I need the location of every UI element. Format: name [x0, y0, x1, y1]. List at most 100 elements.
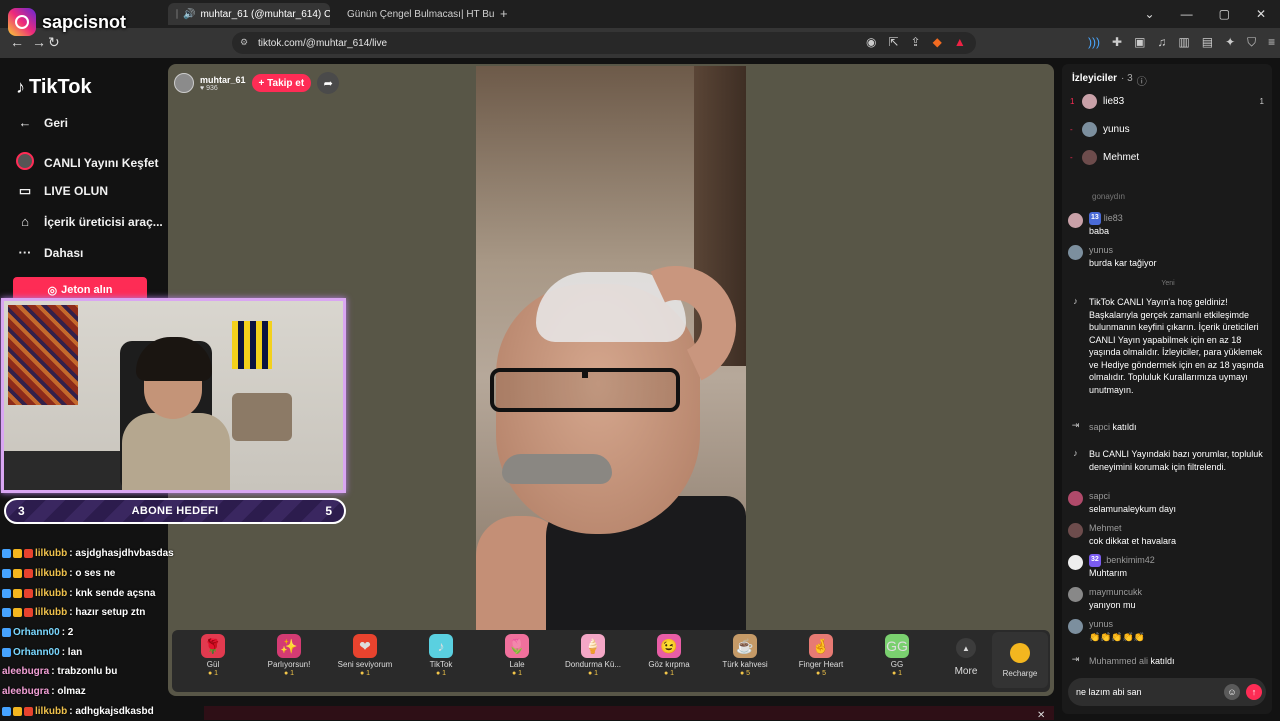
- chat-badge-icon: [13, 549, 22, 558]
- tab-search-icon[interactable]: ⌄: [1145, 7, 1155, 21]
- join-icon: ⇥: [1068, 420, 1083, 435]
- gift-item[interactable]: ☕Türk kahvesi● 5: [708, 634, 782, 677]
- gift-item[interactable]: GGGG● 1: [860, 634, 934, 677]
- gift-name: Lale: [509, 660, 524, 669]
- comment-avatar[interactable]: [1068, 587, 1083, 602]
- comment-username[interactable]: sapci: [1089, 490, 1110, 503]
- nav-live-explore[interactable]: CANLI Yayını Keşfet: [16, 152, 158, 173]
- instagram-icon: [8, 8, 36, 36]
- chat-badge-icon: [13, 569, 22, 578]
- comment-avatar[interactable]: [1068, 491, 1083, 506]
- gift-item[interactable]: ❤Seni seviyorum● 1: [328, 634, 402, 677]
- brave-shield-icon[interactable]: ◆: [933, 35, 942, 49]
- follow-button[interactable]: + Takip et: [252, 74, 312, 92]
- open-external-icon[interactable]: ⇱: [888, 35, 898, 49]
- gift-item[interactable]: 🤞Finger Heart● 5: [784, 634, 858, 677]
- menu-icon[interactable]: ≡: [1268, 35, 1275, 50]
- comment-item: sapciselamunaleykum dayı: [1068, 490, 1266, 515]
- comment-avatar[interactable]: [1068, 213, 1083, 228]
- comment-input[interactable]: ne lazım abi san ☺ ↑: [1068, 678, 1266, 706]
- share-icon[interactable]: ⇪: [911, 35, 921, 49]
- bottom-banner: [204, 706, 1054, 720]
- host-avatar[interactable]: [174, 73, 194, 93]
- comment-username[interactable]: .benkimim42: [1104, 554, 1155, 567]
- comment-avatar[interactable]: [1068, 555, 1083, 570]
- vpn-icon[interactable]: ⛉: [1247, 35, 1256, 50]
- comment-avatar[interactable]: [1068, 523, 1083, 538]
- viewer-row[interactable]: -Mehmet: [1070, 150, 1264, 165]
- forward-icon[interactable]: →: [32, 34, 46, 50]
- comment-username[interactable]: Mehmet: [1089, 522, 1122, 535]
- extensions-icon[interactable]: ✚: [1112, 35, 1122, 50]
- gift-item[interactable]: 😉Göz kırpma● 1: [632, 634, 706, 677]
- viewer-row[interactable]: -yunus: [1070, 122, 1264, 137]
- new-tab-button[interactable]: +: [500, 6, 508, 21]
- tiktok-note-icon: ♪: [1068, 296, 1083, 311]
- gift-item[interactable]: 🌷Lale● 1: [480, 634, 554, 677]
- nav-more[interactable]: ··· Dahası: [16, 245, 83, 260]
- gift-bar: 🌹Gül● 1✨Parlıyorsun!● 1❤Seni seviyorum● …: [172, 630, 1050, 692]
- system-message: TikTok CANLI Yayın'a hoş geldiniz! Başka…: [1089, 296, 1266, 396]
- comment-username[interactable]: yunus: [1089, 618, 1113, 631]
- gift-name: Gül: [207, 660, 219, 669]
- comment-username[interactable]: lie83: [1104, 212, 1123, 225]
- host-likes: 936: [206, 85, 218, 92]
- gift-price-value: 1: [518, 670, 522, 677]
- share-arrow-icon[interactable]: ➦: [317, 72, 339, 94]
- back-icon[interactable]: ←: [10, 34, 24, 50]
- gift-item[interactable]: ✨Parlıyorsun!● 1: [252, 634, 326, 677]
- browser-tab-bar: 🔊 muhtar_61 (@muhtar_614) C × Günün Çeng…: [0, 0, 1280, 28]
- gift-price: ● 1: [892, 670, 902, 677]
- comment-username[interactable]: sapci: [1089, 422, 1110, 432]
- screenshot-icon[interactable]: ▣: [1134, 35, 1145, 50]
- brave-rewards-icon[interactable]: ▲: [954, 35, 966, 49]
- send-icon[interactable]: ↑: [1246, 684, 1262, 700]
- comment-avatar[interactable]: [1068, 619, 1083, 634]
- minimize-icon[interactable]: —: [1181, 7, 1193, 21]
- emoji-icon[interactable]: ☺: [1224, 684, 1240, 700]
- desk: [4, 451, 124, 493]
- leo-icon[interactable]: ✦: [1225, 35, 1235, 50]
- close-banner-icon[interactable]: ✕: [1037, 710, 1045, 721]
- gift-name: Türk kahvesi: [722, 660, 767, 669]
- comment-item: ♪ TikTok CANLI Yayın'a hoş geldiniz! Başk…: [1068, 296, 1266, 396]
- comment-avatar[interactable]: [1068, 245, 1083, 260]
- live-video[interactable]: [476, 66, 746, 631]
- comment-username[interactable]: maymuncukk: [1089, 586, 1142, 599]
- viewer-row[interactable]: 1lie831: [1070, 94, 1264, 109]
- sidebar-icon[interactable]: ▥: [1178, 35, 1189, 50]
- tab-tiktok[interactable]: 🔊 muhtar_61 (@muhtar_614) C ×: [168, 3, 330, 25]
- site-info-icon[interactable]: ⚙: [240, 37, 248, 48]
- url-field[interactable]: ⚙ tiktok.com/@muhtar_614/live: [232, 32, 976, 54]
- gift-item[interactable]: ♪TikTok● 1: [404, 634, 478, 677]
- tapestry: [8, 305, 78, 405]
- sub-goal-title: ABONE HEDEFI: [132, 505, 219, 517]
- jersey: [232, 321, 272, 369]
- viewer-avatar: [1082, 150, 1097, 165]
- maximize-icon[interactable]: ▢: [1219, 7, 1230, 21]
- page-actions: ◉ ⇱ ⇪ ◆ ▲: [866, 35, 966, 49]
- tiktok-logo[interactable]: ♪ TikTok: [16, 76, 92, 99]
- chat-badge-icon: [2, 549, 11, 558]
- wallet-icon[interactable]: ▤: [1202, 35, 1213, 50]
- info-icon[interactable]: ⓘ: [1137, 73, 1147, 88]
- comment-username[interactable]: Muhammed ali: [1089, 656, 1148, 666]
- more-gifts-button[interactable]: ▲ More: [946, 638, 986, 677]
- nav-go-live[interactable]: ▭ LIVE OLUN: [16, 183, 108, 199]
- stream-chat-overlay: lilkubb: asjdghasjdhvbasdaslilkubb: o se…: [2, 544, 202, 721]
- close-window-icon[interactable]: ✕: [1256, 7, 1266, 21]
- comment-username[interactable]: yunus: [1089, 244, 1113, 257]
- nav-back[interactable]: ← Geri: [16, 115, 68, 130]
- overlay-chat-user: Orhann00: [13, 647, 60, 658]
- recharge-button[interactable]: Recharge: [992, 632, 1048, 688]
- nav-creator-tools[interactable]: ⌂ İçerik üreticisi araç...: [16, 214, 163, 229]
- viewers-count: · 3: [1121, 73, 1133, 88]
- host-name[interactable]: muhtar_61: [200, 75, 246, 85]
- cast-icon[interactable]: ◉: [866, 35, 876, 49]
- tab-bulmaca[interactable]: Günün Çengel Bulmacası| HT Bulmac: [334, 3, 494, 25]
- media-icon[interactable]: ♫: [1157, 35, 1166, 50]
- listen-icon[interactable]: ))): [1088, 35, 1100, 50]
- reload-icon[interactable]: ↻: [48, 34, 60, 51]
- coin-icon: ◎: [48, 284, 58, 297]
- gift-item[interactable]: 🍦Dondurma Kü...● 1: [556, 634, 630, 677]
